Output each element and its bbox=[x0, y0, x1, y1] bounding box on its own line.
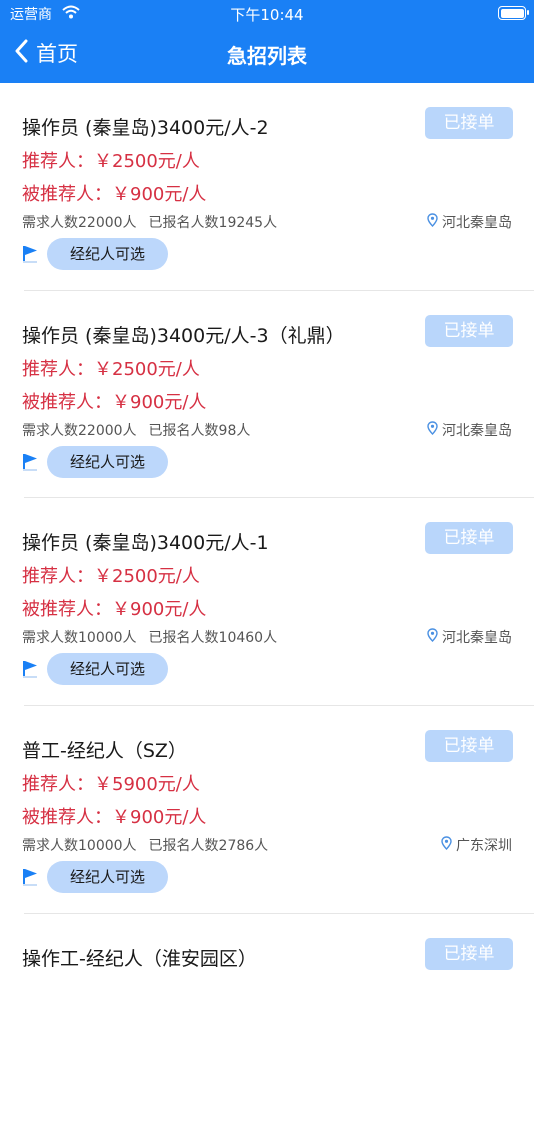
job-card[interactable]: 操作员 (秦皇岛)3400元/人-1 已接单 推荐人：￥2500元/人 被推荐人… bbox=[0, 498, 534, 707]
job-card[interactable]: 操作工-经纪人（淮安园区） 已接单 bbox=[0, 914, 534, 1121]
accepted-button[interactable]: 已接单 bbox=[425, 730, 513, 763]
broker-selectable-tag[interactable]: 经纪人可选 bbox=[47, 653, 168, 686]
referrer-reward: 推荐人：￥5900元/人 bbox=[22, 774, 200, 796]
demand-count: 需求人数22000人 bbox=[22, 422, 137, 439]
job-title: 操作员 (秦皇岛)3400元/人-1 bbox=[22, 532, 269, 555]
job-location: 广东深圳 bbox=[441, 835, 512, 855]
flag-icon bbox=[22, 868, 38, 891]
status-bar: 运营商 下午10:44 bbox=[0, 0, 534, 28]
job-location: 河北秦皇岛 bbox=[427, 627, 512, 647]
job-stats: 需求人数22000人 已报名人数98人 bbox=[22, 420, 250, 440]
accepted-button[interactable]: 已接单 bbox=[425, 522, 513, 555]
flag-icon bbox=[22, 245, 38, 268]
referee-reward: 被推荐人：￥900元/人 bbox=[22, 184, 207, 205]
broker-selectable-tag[interactable]: 经纪人可选 bbox=[47, 861, 168, 894]
location-pin-icon bbox=[427, 213, 442, 231]
registered-count: 已报名人数19245人 bbox=[148, 215, 278, 231]
referee-reward: 被推荐人：￥900元/人 bbox=[22, 807, 207, 829]
location-label: 河北秦皇岛 bbox=[442, 215, 512, 231]
job-location: 河北秦皇岛 bbox=[427, 212, 512, 232]
referee-reward: 被推荐人：￥900元/人 bbox=[22, 391, 207, 413]
location-label: 河北秦皇岛 bbox=[442, 422, 512, 439]
job-title: 操作员 (秦皇岛)3400元/人-3（礼鼎） bbox=[22, 324, 345, 347]
location-label: 河北秦皇岛 bbox=[442, 630, 512, 647]
demand-count: 需求人数10000人 bbox=[22, 838, 137, 855]
flag-icon bbox=[22, 660, 38, 683]
flag-icon bbox=[22, 453, 38, 476]
referrer-reward: 推荐人：￥2500元/人 bbox=[22, 358, 200, 380]
top-bar: 运营商 下午10:44 首页 急招列表 bbox=[0, 0, 534, 83]
navigation-bar: 首页 急招列表 bbox=[0, 28, 534, 83]
battery-icon bbox=[498, 6, 529, 20]
job-stats: 需求人数10000人 已报名人数10460人 bbox=[22, 627, 277, 647]
registered-count: 已报名人数2786人 bbox=[148, 838, 269, 855]
accepted-button[interactable]: 已接单 bbox=[425, 937, 513, 970]
accepted-button[interactable]: 已接单 bbox=[425, 314, 513, 347]
job-card[interactable]: 普工-经纪人（SZ） 已接单 推荐人：￥5900元/人 被推荐人：￥900元/人… bbox=[0, 706, 534, 914]
job-card[interactable]: 操作员 (秦皇岛)3400元/人-2 已接单 推荐人：￥2500元/人 被推荐人… bbox=[0, 83, 534, 291]
location-pin-icon bbox=[441, 836, 456, 854]
demand-count: 需求人数10000人 bbox=[22, 630, 137, 647]
demand-count: 需求人数22000人 bbox=[22, 215, 137, 231]
broker-selectable-tag[interactable]: 经纪人可选 bbox=[47, 238, 168, 270]
registered-count: 已报名人数10460人 bbox=[148, 630, 278, 647]
job-title: 操作工-经纪人（淮安园区） bbox=[22, 947, 257, 970]
job-list: 操作员 (秦皇岛)3400元/人-2 已接单 推荐人：￥2500元/人 被推荐人… bbox=[0, 83, 534, 1121]
job-title: 操作员 (秦皇岛)3400元/人-2 bbox=[22, 117, 269, 139]
job-title: 普工-经纪人（SZ） bbox=[22, 740, 187, 763]
job-card[interactable]: 操作员 (秦皇岛)3400元/人-3（礼鼎） 已接单 推荐人：￥2500元/人 … bbox=[0, 291, 534, 499]
page-title: 急招列表 bbox=[227, 44, 307, 68]
job-location: 河北秦皇岛 bbox=[427, 420, 512, 440]
referee-reward: 被推荐人：￥900元/人 bbox=[22, 599, 207, 621]
location-pin-icon bbox=[427, 420, 442, 439]
referrer-reward: 推荐人：￥2500元/人 bbox=[22, 566, 200, 588]
referrer-reward: 推荐人：￥2500元/人 bbox=[22, 151, 200, 172]
job-stats: 需求人数10000人 已报名人数2786人 bbox=[22, 835, 268, 855]
status-time: 下午10:44 bbox=[230, 6, 304, 24]
job-stats: 需求人数22000人 已报名人数19245人 bbox=[22, 212, 277, 232]
accepted-button[interactable]: 已接单 bbox=[425, 107, 513, 139]
location-pin-icon bbox=[427, 628, 442, 646]
registered-count: 已报名人数98人 bbox=[148, 422, 251, 439]
location-label: 广东深圳 bbox=[456, 838, 512, 855]
broker-selectable-tag[interactable]: 经纪人可选 bbox=[47, 445, 168, 478]
